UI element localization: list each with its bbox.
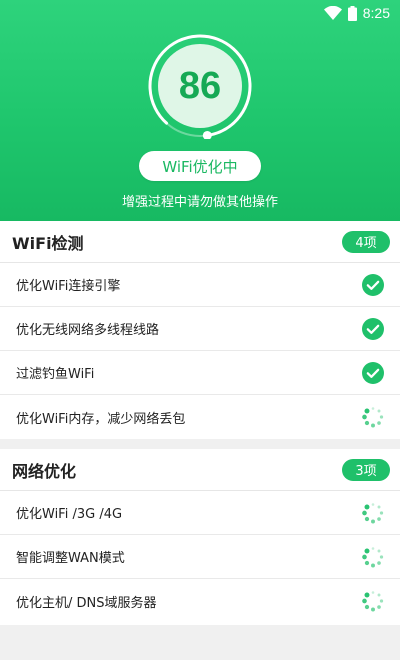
- section-header: WiFi检测 4项: [0, 221, 400, 263]
- wifi-signal-icon: [323, 6, 342, 20]
- list-item: 优化主机/ DNS域服务器: [0, 579, 400, 623]
- status-bar: 8:25: [323, 4, 390, 22]
- list-item: 优化WiFi /3G /4G: [0, 491, 400, 535]
- status-time: 8:25: [362, 5, 390, 21]
- item-count-badge: 4项: [342, 230, 390, 253]
- list-item: 优化WiFi连接引擎: [0, 263, 400, 307]
- item-label: 优化WiFi内存，减少网络丢包: [16, 411, 186, 427]
- loading-spinner-icon: [362, 591, 384, 612]
- item-label: 优化WiFi连接引擎: [16, 279, 121, 294]
- section-header: 网络优化 3项: [0, 449, 400, 491]
- list-item: 过滤钓鱼WiFi: [0, 351, 400, 395]
- optimization-hint: 增强过程中请勿做其他操作: [121, 195, 278, 210]
- loading-spinner-icon: [362, 502, 384, 523]
- check-circle-icon: [362, 361, 384, 384]
- optimization-score: 86: [178, 64, 222, 107]
- loading-spinner-icon: [362, 407, 384, 428]
- section-title: 网络优化: [12, 461, 77, 481]
- network-optimization-section: 网络优化 3项 优化WiFi /3G /4G 智能调整WAN模式 优化主机/ D…: [0, 449, 400, 625]
- item-label: 过滤钓鱼WiFi: [16, 367, 95, 382]
- item-label: 优化WiFi /3G /4G: [16, 507, 123, 522]
- item-label: 优化无线网络多线程线路: [16, 323, 160, 338]
- list-item: 优化无线网络多线程线路: [0, 307, 400, 351]
- section-title: WiFi检测: [12, 233, 84, 253]
- battery-icon: [347, 5, 357, 21]
- score-gauge: 86: [147, 33, 253, 139]
- check-circle-icon: [362, 317, 384, 340]
- wifi-check-section: WiFi检测 4项 优化WiFi连接引擎 优化无线网络多线程线路 过滤钓鱼WiF…: [0, 221, 400, 439]
- item-count-badge: 3项: [342, 458, 390, 481]
- item-label: 优化主机/ DNS域服务器: [16, 595, 157, 611]
- check-circle-icon: [362, 273, 384, 296]
- list-item: 智能调整WAN模式: [0, 535, 400, 579]
- list-item: 优化WiFi内存，减少网络丢包: [0, 395, 400, 439]
- optimizing-status-pill: WiFi优化中: [139, 151, 261, 181]
- loading-spinner-icon: [362, 546, 384, 567]
- item-label: 智能调整WAN模式: [16, 551, 125, 566]
- optimization-header: 8:25 86 WiFi优化中 增强过程中请勿做其他操作: [0, 0, 400, 221]
